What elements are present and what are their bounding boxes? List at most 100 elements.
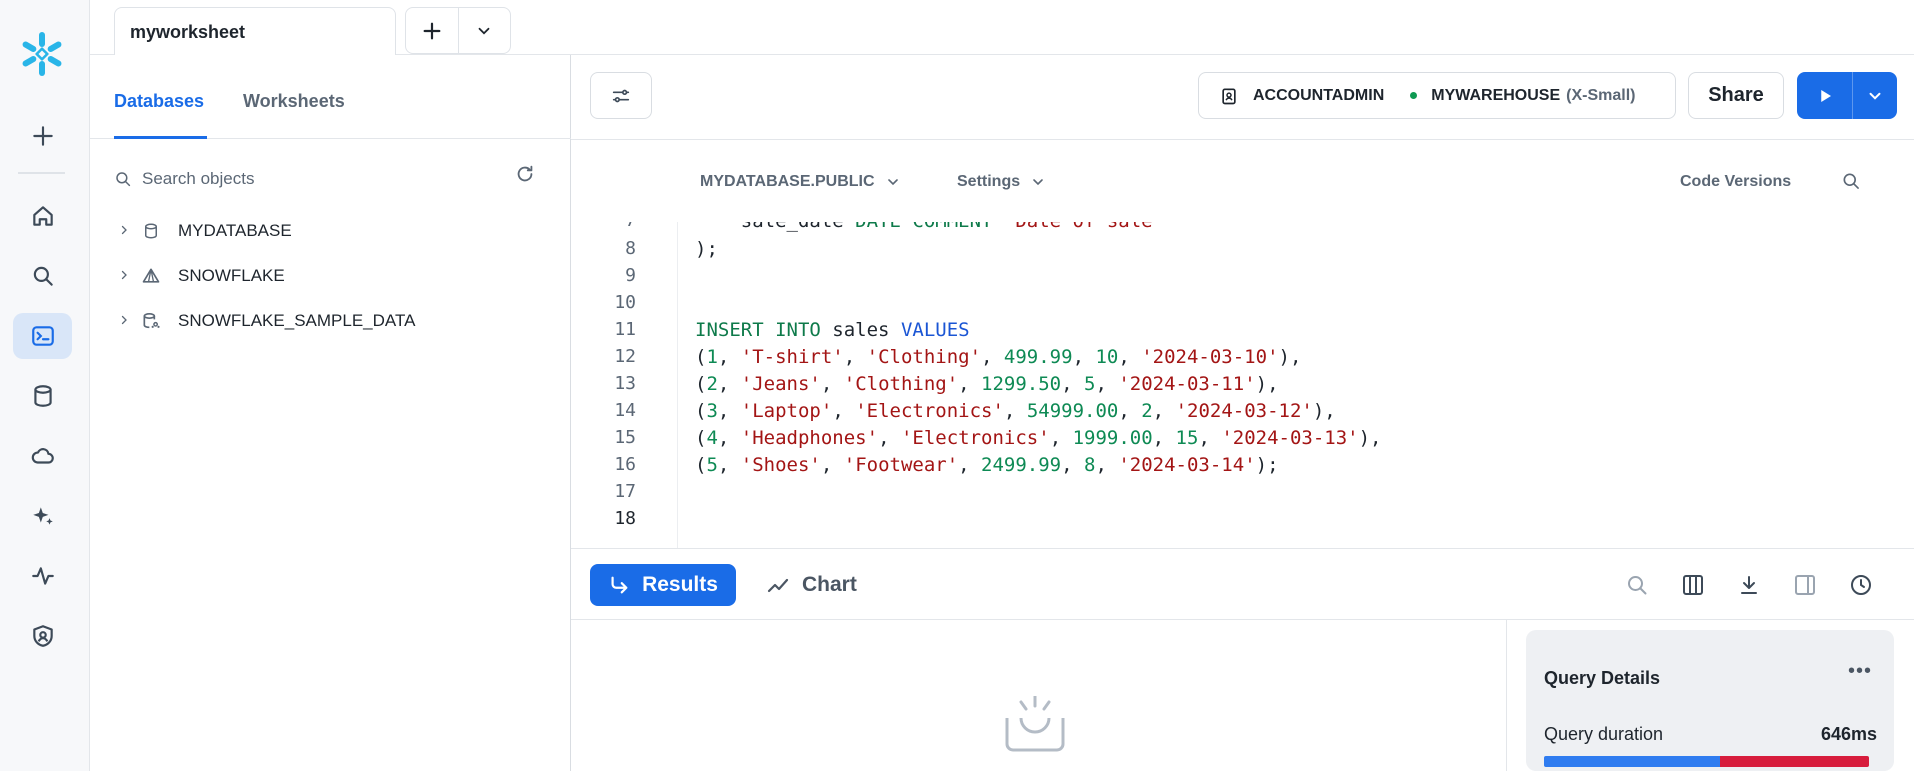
share-button[interactable]: Share [1688,72,1784,119]
results-divider [1506,620,1507,771]
query-duration-bar [1544,756,1869,767]
shared-database-icon [140,310,162,332]
tree-item-mydatabase[interactable]: MYDATABASE [118,216,292,246]
query-duration-value: 646ms [1820,724,1877,744]
search-icon[interactable] [13,253,72,299]
results-toolbar: Results Chart [571,548,1914,620]
side-panel-icon [1795,575,1815,595]
search-icon [1843,173,1859,189]
snowflake-logo[interactable] [17,29,67,79]
chevron-right-icon[interactable] [118,223,132,239]
search-results-button[interactable] [1623,571,1651,599]
line-number: 13 [614,373,636,394]
download-icon [1741,576,1757,594]
home-icon[interactable] [13,193,72,239]
line-number: 15 [614,427,636,448]
run-button-group [1797,72,1897,119]
code-line: sale_date DATE COMMENT 'Date of sale' [695,222,1164,232]
refresh-button[interactable] [514,163,536,190]
code-line: (2, 'Jeans', 'Clothing', 1299.50, 5, '20… [695,373,1279,395]
duration-segment-compile [1544,756,1720,767]
refresh-icon [517,165,533,182]
query-history-button[interactable] [1847,571,1875,599]
search-objects-input[interactable]: Search objects [114,163,534,195]
code-versions-button[interactable]: Code Versions [1680,173,1791,191]
code-line: (5, 'Shoes', 'Footwear', 2499.99, 8, '20… [695,454,1279,476]
line-number: 17 [614,481,636,502]
tab-worksheets[interactable]: Worksheets [243,91,345,112]
results-area: Query Details ••• Query duration 646ms [571,620,1914,771]
code-line: INSERT INTO sales VALUES [695,319,970,341]
left-rail [0,0,90,771]
new-tab-button[interactable] [406,8,459,53]
settings-dropdown[interactable]: Settings [957,173,1046,191]
current-line-number: 18 [614,508,636,529]
chevron-right-icon[interactable] [118,268,132,284]
download-button[interactable] [1735,571,1763,599]
context-bar: MYDATABASE.PUBLIC Settings Code Versions [571,140,1914,222]
line-number: 14 [614,400,636,421]
add-icon[interactable] [13,113,72,159]
tab-actions [405,7,511,54]
query-details-title: Query Details [1544,668,1661,688]
tree-item-label: SNOWFLAKE_SAMPLE_DATA [178,311,416,330]
tree-item-snowflake[interactable]: SNOWFLAKE [118,261,285,291]
settings-label: Settings [957,173,1021,190]
duration-segment-execute [1719,756,1869,767]
tree-item-snowflake-sample-data[interactable]: SNOWFLAKE_SAMPLE_DATA [118,306,415,336]
tab-myworksheet[interactable]: myworksheet [114,7,396,55]
tab-menu-button[interactable] [459,8,511,53]
clock-icon [1851,575,1871,595]
chevron-down-icon [1033,179,1043,186]
results-tab[interactable]: Results [590,564,736,606]
sliders-icon [612,89,630,102]
chart-tab[interactable]: Chart [766,564,857,606]
database-schema-label: MYDATABASE.PUBLIC [700,173,875,190]
active-tab-indicator [114,136,207,139]
search-placeholder: Search objects [142,169,255,188]
line-number: 9 [625,265,636,286]
chevron-down-icon [887,179,898,186]
trend-line-icon [767,578,789,593]
toggle-side-panel-button[interactable] [1791,571,1819,599]
tree-item-label: SNOWFLAKE [178,266,285,285]
find-button[interactable] [1841,171,1861,191]
tab-databases[interactable]: Databases [114,91,204,112]
results-label: Results [642,573,718,596]
line-number: 8 [625,238,636,259]
role-badge-icon [1222,88,1236,104]
run-options-button[interactable] [1853,72,1897,119]
line-number: 10 [614,292,636,313]
object-browser: Databases Worksheets Search objects MYDA… [90,55,571,771]
chevron-down-icon [478,27,490,35]
code-line: (3, 'Laptop', 'Electronics', 54999.00, 2… [695,400,1336,422]
line-number: 16 [614,454,636,475]
chevron-right-icon[interactable] [118,313,132,329]
data-icon[interactable] [13,373,72,419]
code-line: (4, 'Headphones', 'Electronics', 1999.00… [695,427,1382,449]
line-number: 11 [614,319,636,340]
columns-icon [1683,575,1703,595]
sql-editor[interactable]: 7 8 9 10 11 12 13 14 15 16 17 18 sale_da… [571,222,1914,548]
cloud-icon[interactable] [13,433,72,479]
columns-button[interactable] [1679,571,1707,599]
role-warehouse-selector[interactable]: ACCOUNTADMIN MYWAREHOUSE (X-Small) [1198,72,1676,119]
more-options-icon[interactable]: ••• [1848,660,1872,683]
worksheet-tab-bar: myworksheet [90,0,1914,55]
worksheets-icon[interactable] [13,313,72,359]
play-icon [1820,89,1831,102]
ai-sparkle-icon[interactable] [13,493,72,539]
return-arrow-icon [611,576,628,594]
code-line: ); [695,238,718,260]
search-icon [1628,576,1647,595]
monitoring-icon[interactable] [13,553,72,599]
browser-tabs: Databases Worksheets [90,55,571,139]
database-schema-selector[interactable]: MYDATABASE.PUBLIC [700,173,901,191]
admin-shield-icon[interactable] [13,613,72,659]
line-number: 12 [614,346,636,367]
filter-settings-button[interactable] [590,72,652,119]
database-icon [140,220,162,242]
warehouse-name: MYWAREHOUSE [1431,86,1561,104]
role-name: ACCOUNTADMIN [1253,86,1385,104]
run-button[interactable] [1797,72,1853,119]
